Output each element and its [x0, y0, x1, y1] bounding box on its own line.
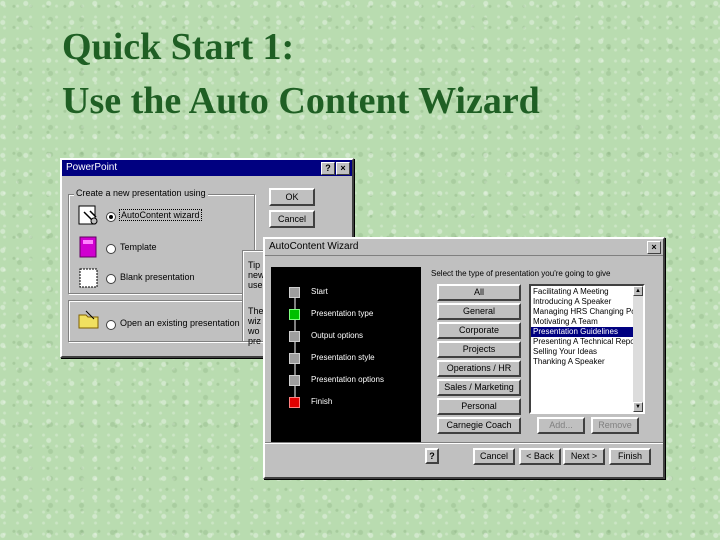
step-marker-output-options	[289, 331, 300, 342]
ok-button[interactable]: OK	[269, 188, 315, 206]
list-item[interactable]: Managing HRS Changing Pol	[531, 307, 638, 317]
step-label-presentation-style: Presentation style	[311, 353, 375, 362]
list-item-selected[interactable]: Presentation Guidelines	[531, 327, 633, 337]
step-marker-finish	[289, 397, 300, 408]
wizard-footer-divider	[265, 442, 663, 444]
category-all-button[interactable]: All	[437, 284, 521, 301]
category-operations-hr-button[interactable]: Operations / HR	[437, 360, 521, 377]
step-label-presentation-type: Presentation type	[311, 309, 374, 318]
wizard-prompt: Select the type of presentation you're g…	[431, 269, 611, 278]
autocontent-label[interactable]: AutoContent wizard	[119, 209, 202, 221]
listbox-items: Facilitating A Meeting Introducing A Spe…	[531, 287, 638, 367]
blank-label[interactable]: Blank presentation	[120, 272, 195, 282]
wizard-steps-panel: Start Presentation type Output options P…	[271, 267, 421, 443]
wizard-finish-button[interactable]: Finish	[609, 448, 651, 465]
list-item[interactable]: Introducing A Speaker	[531, 297, 633, 307]
step-label-start: Start	[311, 287, 328, 296]
wizard-next-button[interactable]: Next >	[563, 448, 605, 465]
wizard-cancel-button[interactable]: Cancel	[473, 448, 515, 465]
scroll-up-arrow-icon[interactable]: ▲	[633, 286, 643, 296]
step-label-presentation-options: Presentation options	[311, 375, 384, 384]
step-marker-start	[289, 287, 300, 298]
listbox-scrollbar[interactable]: ▲ ▼	[633, 286, 643, 412]
category-buttons: All General Corporate Projects Operation…	[437, 284, 521, 434]
list-item[interactable]: Motivating A Team	[531, 317, 633, 327]
startup-dialog-titlebar: PowerPoint ? ×	[62, 160, 352, 176]
template-icon	[78, 236, 100, 258]
wizard-title: AutoContent Wizard	[269, 241, 359, 252]
add-button[interactable]: Add...	[537, 417, 585, 434]
category-sales-marketing-button[interactable]: Sales / Marketing	[437, 379, 521, 396]
wizard-back-button[interactable]: < Back	[519, 448, 561, 465]
open-label[interactable]: Open an existing presentation	[120, 318, 240, 328]
remove-button[interactable]: Remove	[591, 417, 639, 434]
slide-title-line1: Quick Start 1:	[62, 26, 295, 68]
blank-presentation-icon	[78, 267, 100, 289]
open-folder-icon	[78, 308, 100, 330]
wizard-titlebar: AutoContent Wizard ×	[265, 239, 663, 256]
list-item[interactable]: Selling Your Ideas	[531, 347, 633, 357]
open-radio[interactable]	[106, 320, 116, 330]
category-corporate-button[interactable]: Corporate	[437, 322, 521, 339]
category-carnegie-coach-button[interactable]: Carnegie Coach	[437, 417, 521, 434]
blank-radio[interactable]	[106, 274, 116, 284]
template-label[interactable]: Template	[120, 242, 157, 252]
help-icon[interactable]: ?	[321, 162, 335, 175]
wizard-help-button[interactable]: ?	[425, 448, 439, 464]
step-label-output-options: Output options	[311, 331, 364, 340]
close-icon[interactable]: ×	[336, 162, 350, 175]
list-item[interactable]: Presenting A Technical Repo	[531, 337, 635, 347]
slide-title-line2: Use the Auto Content Wizard	[62, 80, 540, 122]
autocontent-wizard-window: AutoContent Wizard × Start Presentation …	[263, 237, 665, 479]
list-item[interactable]: Facilitating A Meeting	[531, 287, 633, 297]
category-general-button[interactable]: General	[437, 303, 521, 320]
autocontent-radio[interactable]	[106, 212, 116, 222]
step-marker-presentation-style	[289, 353, 300, 364]
slide-title: Quick Start 1: Use the Auto Content Wiza…	[62, 20, 540, 128]
category-personal-button[interactable]: Personal	[437, 398, 521, 415]
step-label-finish: Finish	[311, 397, 333, 406]
category-projects-button[interactable]: Projects	[437, 341, 521, 358]
step-marker-presentation-type	[289, 309, 300, 320]
scroll-down-arrow-icon[interactable]: ▼	[633, 402, 643, 412]
step-marker-presentation-options	[289, 375, 300, 386]
presentation-type-listbox[interactable]: Facilitating A Meeting Introducing A Spe…	[529, 284, 645, 414]
wizard-close-icon[interactable]: ×	[647, 241, 661, 254]
startup-dialog-title: PowerPoint	[66, 162, 118, 173]
template-radio[interactable]	[106, 244, 116, 254]
create-group-label: Create a new presentation using	[74, 188, 208, 198]
cancel-button[interactable]: Cancel	[269, 210, 315, 228]
autocontent-wizard-icon	[78, 204, 100, 226]
list-item[interactable]: Thanking A Speaker	[531, 357, 633, 367]
